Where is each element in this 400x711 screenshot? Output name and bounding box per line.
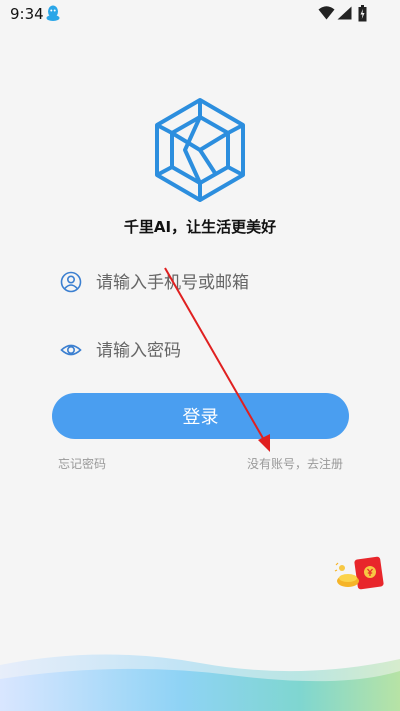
user-icon — [60, 271, 82, 293]
status-bar: 9:34 — [0, 0, 400, 28]
forgot-password-link[interactable]: 忘记密码 — [58, 455, 106, 472]
login-button[interactable]: 登录 — [52, 393, 349, 439]
phone-email-input[interactable] — [96, 265, 356, 301]
eye-icon[interactable] — [60, 339, 82, 361]
signal-icon — [337, 6, 352, 20]
app-slogan: 千里AI，让生活更美好 — [123, 218, 277, 236]
bottom-wave-decoration — [0, 654, 400, 711]
password-field[interactable] — [60, 333, 360, 369]
wifi-icon — [318, 6, 335, 20]
status-time: 9:34 — [10, 5, 44, 23]
phone-email-field[interactable] — [60, 265, 360, 301]
red-packet-icon[interactable] — [334, 556, 386, 592]
password-input[interactable] — [96, 333, 356, 369]
register-link[interactable]: 没有账号，去注册 — [247, 455, 343, 472]
app-logo-icon — [155, 98, 245, 202]
qq-icon — [46, 5, 60, 21]
battery-icon — [358, 5, 367, 22]
